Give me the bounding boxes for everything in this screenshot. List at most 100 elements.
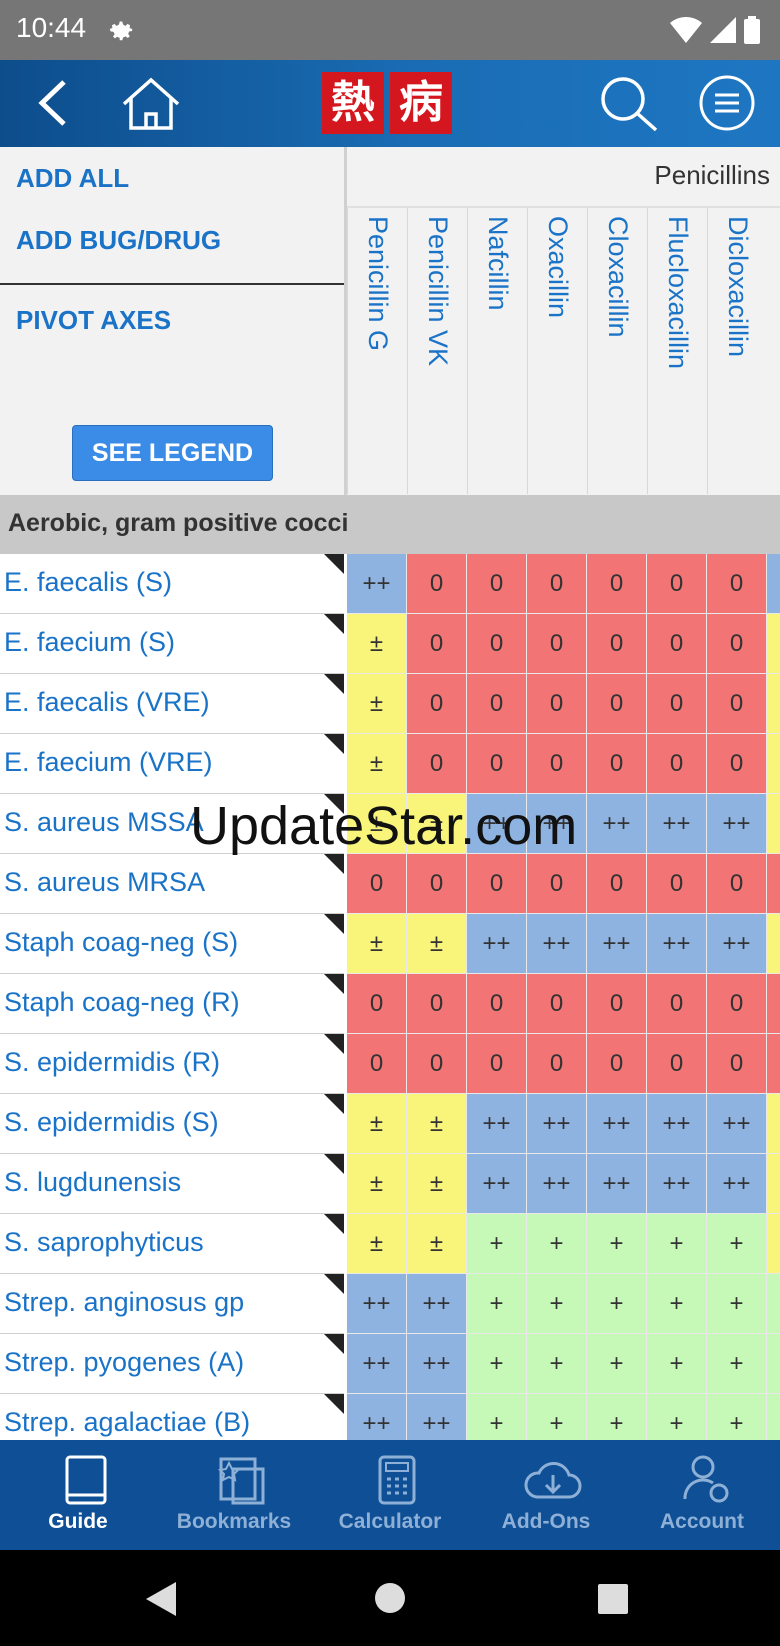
activity-cell[interactable]: +	[527, 1334, 587, 1394]
search-icon[interactable]	[598, 74, 660, 134]
activity-cell[interactable]: +	[587, 1214, 647, 1274]
bug-name-cell[interactable]: S. lugdunensis	[0, 1154, 344, 1214]
activity-cell[interactable]: ++	[707, 794, 767, 854]
activity-cell[interactable]: ++	[707, 1094, 767, 1154]
activity-cell[interactable]: 0	[587, 614, 647, 674]
activity-cell[interactable]: 0	[587, 734, 647, 794]
activity-cell[interactable]: 0	[527, 974, 587, 1034]
activity-cell[interactable]: ++	[347, 1394, 407, 1440]
drug-column-header[interactable]: Cloxacillin	[587, 208, 648, 494]
activity-cell[interactable]: ±	[407, 1154, 467, 1214]
back-icon[interactable]	[34, 78, 74, 128]
activity-cell[interactable]: +	[647, 1334, 707, 1394]
activity-cell[interactable]: 0	[707, 974, 767, 1034]
activity-cell[interactable]: ±	[347, 614, 407, 674]
bug-name-cell[interactable]: E. faecium (S)	[0, 614, 344, 674]
bug-name-cell[interactable]: S. saprophyticus	[0, 1214, 344, 1274]
activity-cell[interactable]: +	[707, 1214, 767, 1274]
activity-cell[interactable]: ++	[707, 914, 767, 974]
activity-cell[interactable]: ++	[467, 1154, 527, 1214]
activity-cell[interactable]: 0	[707, 734, 767, 794]
activity-cell-partial[interactable]	[767, 794, 780, 854]
activity-cell-partial[interactable]	[767, 1154, 780, 1214]
activity-cell[interactable]: 0	[707, 854, 767, 914]
activity-cell[interactable]: +	[467, 1274, 527, 1334]
activity-cell[interactable]: 0	[407, 614, 467, 674]
activity-cell[interactable]: 0	[407, 974, 467, 1034]
add-all-button[interactable]: ADD ALL	[16, 163, 129, 194]
activity-cell[interactable]: +	[527, 1274, 587, 1334]
activity-cell-partial[interactable]	[767, 1274, 780, 1334]
drug-column-header[interactable]: Nafcillin	[467, 208, 528, 494]
activity-cell[interactable]: 0	[467, 1034, 527, 1094]
activity-cell[interactable]: 0	[587, 974, 647, 1034]
activity-cell[interactable]: +	[467, 1334, 527, 1394]
activity-cell[interactable]: 0	[647, 554, 707, 614]
activity-cell[interactable]: 0	[467, 614, 527, 674]
activity-cell[interactable]: +	[707, 1274, 767, 1334]
activity-cell[interactable]: 0	[647, 854, 707, 914]
activity-cell[interactable]: 0	[407, 854, 467, 914]
activity-cell[interactable]: ++	[647, 794, 707, 854]
activity-cell[interactable]: ±	[347, 914, 407, 974]
activity-cell[interactable]: ++	[707, 1154, 767, 1214]
activity-cell[interactable]: +	[707, 1334, 767, 1394]
activity-cell[interactable]: ++	[467, 1094, 527, 1154]
activity-cell[interactable]: ±	[407, 1214, 467, 1274]
activity-cell[interactable]: +	[587, 1274, 647, 1334]
activity-cell[interactable]: ++	[587, 794, 647, 854]
activity-cell[interactable]: ++	[647, 1094, 707, 1154]
activity-cell[interactable]: +	[527, 1394, 587, 1440]
activity-cell[interactable]: 0	[467, 734, 527, 794]
activity-cell-partial[interactable]	[767, 974, 780, 1034]
activity-cell-partial[interactable]	[767, 1034, 780, 1094]
activity-cell[interactable]: ++	[587, 914, 647, 974]
activity-cell[interactable]: ++	[407, 1334, 467, 1394]
activity-cell[interactable]: ++	[527, 914, 587, 974]
activity-cell[interactable]: 0	[587, 554, 647, 614]
activity-cell[interactable]: 0	[467, 974, 527, 1034]
see-legend-button[interactable]: SEE LEGEND	[72, 425, 273, 481]
menu-icon[interactable]	[698, 74, 756, 132]
activity-cell[interactable]: 0	[587, 854, 647, 914]
activity-cell[interactable]: 0	[647, 614, 707, 674]
activity-cell[interactable]: 0	[707, 614, 767, 674]
activity-cell[interactable]: 0	[527, 1034, 587, 1094]
activity-cell[interactable]: ±	[407, 914, 467, 974]
tab-account[interactable]: Account	[624, 1440, 780, 1550]
activity-cell[interactable]: 0	[707, 674, 767, 734]
drug-column-header[interactable]: Penicillin VK	[407, 208, 468, 494]
activity-cell[interactable]: 0	[527, 734, 587, 794]
tab-guide[interactable]: Guide	[0, 1440, 156, 1550]
activity-cell[interactable]: +	[647, 1274, 707, 1334]
activity-cell[interactable]: 0	[647, 974, 707, 1034]
activity-cell[interactable]: ++	[647, 914, 707, 974]
activity-cell-partial[interactable]	[767, 854, 780, 914]
activity-cell[interactable]: ±	[347, 674, 407, 734]
activity-cell[interactable]: ±	[347, 1154, 407, 1214]
activity-cell[interactable]: +	[587, 1394, 647, 1440]
activity-cell[interactable]: ++	[347, 554, 407, 614]
activity-cell[interactable]: ++	[347, 1334, 407, 1394]
activity-cell[interactable]: +	[467, 1214, 527, 1274]
nav-home-icon[interactable]	[374, 1582, 406, 1614]
activity-cell[interactable]: 0	[587, 674, 647, 734]
activity-cell[interactable]: ++	[407, 1394, 467, 1440]
activity-cell[interactable]: ++	[407, 1274, 467, 1334]
activity-cell[interactable]: 0	[467, 854, 527, 914]
tab-bookmarks[interactable]: Bookmarks	[156, 1440, 312, 1550]
activity-cell[interactable]: ±	[347, 1214, 407, 1274]
bug-name-cell[interactable]: S. epidermidis (S)	[0, 1094, 344, 1154]
activity-cell-partial[interactable]	[767, 734, 780, 794]
activity-cell-partial[interactable]	[767, 1094, 780, 1154]
drug-column-header[interactable]: Flucloxacillin	[647, 208, 708, 494]
activity-cell[interactable]: 0	[647, 734, 707, 794]
activity-cell[interactable]: 0	[527, 854, 587, 914]
bug-name-cell[interactable]: Strep. agalactiae (B)	[0, 1394, 344, 1440]
pivot-axes-button[interactable]: PIVOT AXES	[16, 305, 171, 336]
activity-cell[interactable]: 0	[467, 554, 527, 614]
activity-cell[interactable]: ±	[347, 734, 407, 794]
bug-name-cell[interactable]: Strep. anginosus gp	[0, 1274, 344, 1334]
activity-cell[interactable]: ++	[467, 914, 527, 974]
activity-cell-partial[interactable]	[767, 914, 780, 974]
